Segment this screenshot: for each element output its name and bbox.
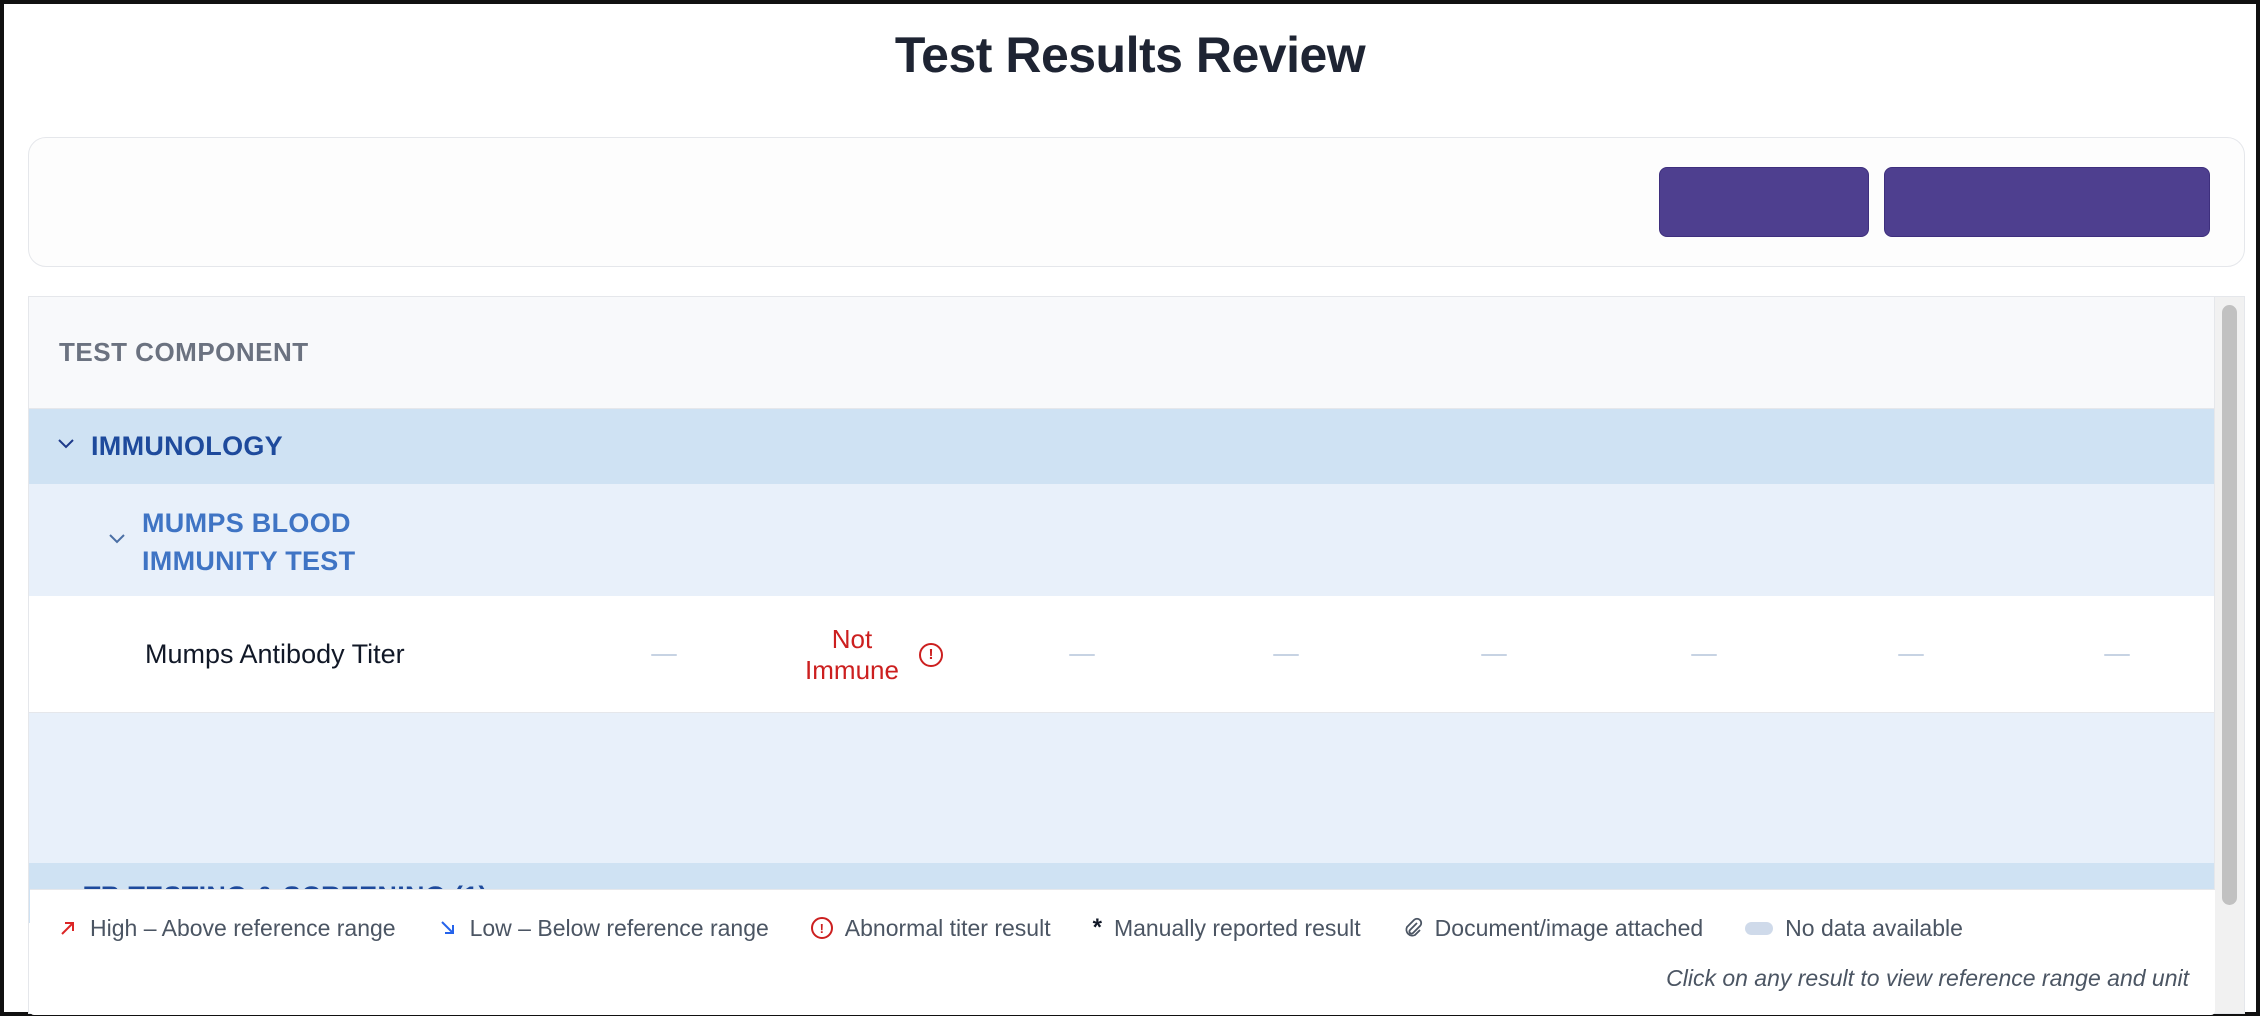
legend-label: No data available	[1785, 914, 1963, 941]
chevron-down-icon[interactable]	[107, 528, 127, 554]
app-frame: Test Results Review TEST COMPONENT IMMUN…	[0, 0, 2260, 1016]
result-cell-abnormal[interactable]: Not Immune !	[774, 596, 974, 713]
no-data-dash	[651, 653, 677, 656]
scrollbar-thumb[interactable]	[2222, 305, 2237, 905]
legend-item-high: High – Above reference range	[58, 915, 396, 942]
asterisk-icon: *	[1092, 914, 1102, 941]
table-row: Mumps Antibody Titer Not Immune !	[29, 596, 2215, 713]
vertical-scrollbar[interactable]	[2214, 297, 2244, 1013]
legend-item-manual: * Manually reported result	[1093, 914, 1361, 942]
legend-item-attachment: Document/image attached	[1403, 914, 1704, 942]
toolbar-button-primary[interactable]	[1659, 167, 1869, 237]
toolbar-button-secondary[interactable]	[1884, 167, 2210, 237]
abnormal-result-text: Not Immune	[805, 624, 899, 686]
result-cell[interactable]	[1037, 596, 1127, 713]
result-cell[interactable]	[619, 596, 709, 713]
result-cell[interactable]	[1659, 596, 1749, 713]
no-data-dash	[1691, 653, 1717, 656]
column-header-test-component: TEST COMPONENT	[59, 337, 309, 367]
abnormal-result-line1: Not	[831, 623, 873, 654]
subgroup-row-mumps[interactable]: MUMPS BLOOD IMMUNITY TEST	[29, 484, 2215, 596]
legend-label: Document/image attached	[1434, 914, 1704, 941]
result-cell[interactable]	[1866, 596, 1956, 713]
toolbar	[28, 137, 2245, 267]
table-header: TEST COMPONENT	[29, 297, 2215, 409]
subgroup-spacer	[29, 713, 2215, 863]
no-data-dash	[2104, 653, 2130, 656]
category-label: IMMUNOLOGY	[91, 431, 283, 461]
legend-item-low: Low – Below reference range	[438, 915, 769, 942]
paperclip-icon	[1403, 917, 1423, 939]
abnormal-icon: !	[918, 642, 943, 667]
result-cell[interactable]	[1449, 596, 1539, 713]
test-name: Mumps Antibody Titer	[145, 639, 405, 669]
no-data-dash	[1481, 653, 1507, 656]
legend-note: Click on any result to view reference ra…	[1666, 965, 2189, 991]
subgroup-label: MUMPS BLOOD IMMUNITY TEST	[142, 508, 356, 576]
arrow-up-right-icon	[58, 918, 78, 938]
category-row-immunology[interactable]: IMMUNOLOGY	[29, 409, 2215, 484]
legend-item-no-data: No data available	[1745, 915, 1963, 942]
result-cell[interactable]	[2072, 596, 2162, 713]
no-data-pill-icon	[1745, 921, 1774, 935]
abnormal-icon: !	[810, 917, 833, 939]
no-data-dash	[1273, 653, 1299, 656]
legend: High – Above reference range Low – Below…	[30, 889, 2215, 1015]
arrow-down-right-icon	[438, 918, 458, 938]
legend-item-abnormal: ! Abnormal titer result	[810, 914, 1051, 942]
no-data-dash	[1069, 653, 1095, 656]
legend-label: Abnormal titer result	[844, 914, 1051, 941]
legend-label: High – Above reference range	[90, 914, 396, 941]
legend-label: Low – Below reference range	[469, 914, 769, 941]
no-data-dash	[1898, 653, 1924, 656]
abnormal-result-line2: Immune	[805, 654, 899, 685]
page-title: Test Results Review	[894, 27, 1366, 83]
chevron-down-icon[interactable]	[56, 433, 76, 453]
legend-label: Manually reported result	[1113, 914, 1361, 941]
result-cell[interactable]	[1241, 596, 1331, 713]
